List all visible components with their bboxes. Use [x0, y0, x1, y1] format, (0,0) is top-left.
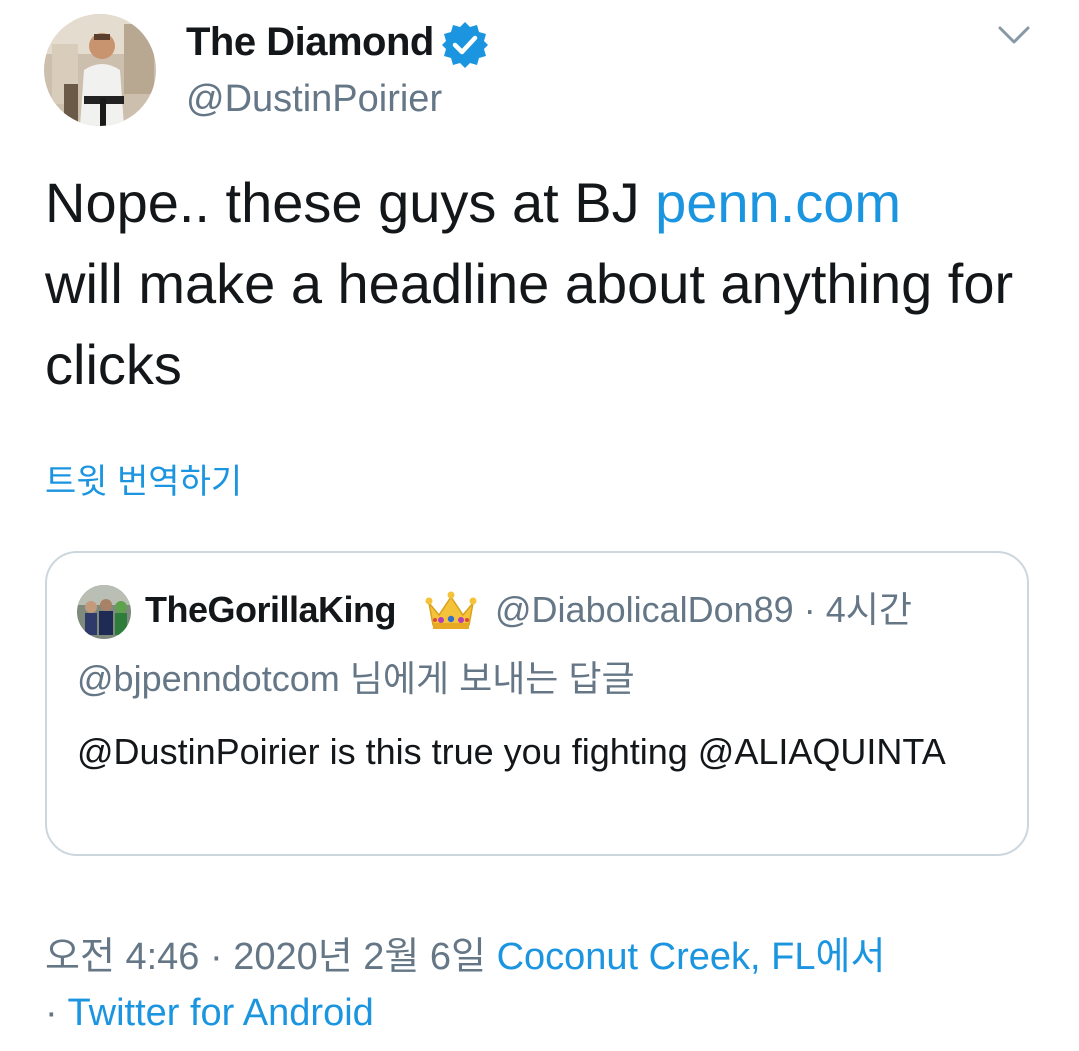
- translate-tweet-link[interactable]: 트윗 번역하기: [45, 460, 242, 504]
- quoted-author-display-name[interactable]: TheGorillaKing: [145, 588, 397, 632]
- quoted-author-avatar[interactable]: [77, 585, 131, 639]
- tweet-link[interactable]: penn.com: [655, 171, 901, 234]
- tweet-location-link[interactable]: Coconut Creek, FL에서: [497, 936, 886, 978]
- author-handle[interactable]: @DustinPoirier: [186, 76, 442, 122]
- chevron-down-icon[interactable]: [996, 22, 1032, 48]
- reply-context: @bjpenndotcom 님에게 보내는 답글: [77, 658, 635, 699]
- meta-separator: ·: [793, 589, 826, 630]
- tweet-text-end: will make a headline about anything for …: [45, 252, 1014, 396]
- tweet-source-line: · Twitter for Android: [45, 986, 374, 1040]
- quoted-tweet-time[interactable]: 4시간: [826, 589, 912, 630]
- author-display-name[interactable]: The Diamond: [186, 18, 434, 66]
- quoted-tweet-text: @DustinPoirier is this true you fighting…: [77, 731, 946, 772]
- tweet-text-start: Nope.. these guys at BJ: [45, 171, 656, 234]
- quoted-author-handle[interactable]: @DiabolicalDon89: [495, 589, 794, 630]
- crown-icon: [425, 589, 477, 633]
- source-separator: ·: [45, 992, 68, 1034]
- tweet-timestamp[interactable]: 오전 4:46 · 2020년 2월 6일: [45, 936, 497, 978]
- verified-badge-icon: [440, 20, 490, 70]
- quoted-tweet-card[interactable]: TheGorillaKing @DiabolicalDon89 · 4시간 @b…: [45, 551, 1029, 856]
- author-avatar[interactable]: [44, 14, 156, 126]
- tweet-text: Nope.. these guys at BJ penn.com will ma…: [45, 162, 1035, 405]
- tweet-source-link[interactable]: Twitter for Android: [68, 992, 374, 1034]
- quoted-tweet-meta: @DiabolicalDon89 · 4시간: [495, 588, 912, 632]
- tweet-timestamp-line: 오전 4:46 · 2020년 2월 6일 Coconut Creek, FL에…: [45, 930, 885, 984]
